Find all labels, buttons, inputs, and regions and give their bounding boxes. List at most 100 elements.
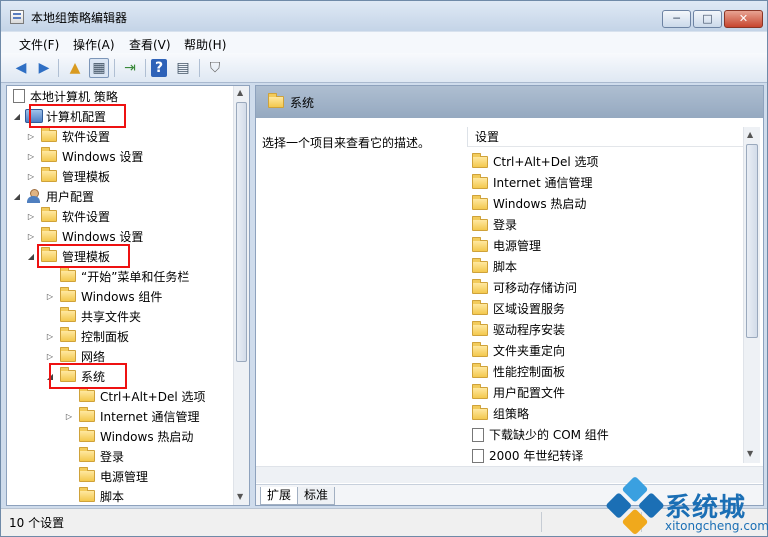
folder-icon — [79, 467, 95, 482]
scroll-down-icon[interactable]: ▼ — [237, 492, 243, 501]
setting-icon — [472, 427, 484, 442]
tree-item[interactable]: Ctrl+Alt+Del 选项 — [63, 386, 205, 406]
list-scroll-thumb[interactable] — [746, 144, 758, 338]
menu-help[interactable]: 帮助(H) — [184, 36, 226, 53]
forward-arrow-icon[interactable]: ▶ — [34, 58, 54, 78]
list-item[interactable]: 2000 年世纪转译 — [470, 445, 583, 466]
list-item[interactable]: 性能控制面板 — [470, 361, 565, 382]
tree-item[interactable]: ▷ 控制面板 — [44, 326, 129, 346]
folder-icon — [60, 367, 76, 382]
toolbar: ◀ ▶ ▲ ▦ ⇥ ? ▤ ⛉ — [1, 53, 767, 83]
close-button[interactable]: ✕ — [724, 10, 763, 28]
menu-view[interactable]: 查看(V) — [129, 36, 171, 53]
tree-item[interactable]: ◢ 系统 — [44, 366, 105, 386]
menu-action[interactable]: 操作(A) — [73, 36, 115, 53]
collapse-icon[interactable]: ◢ — [25, 252, 37, 261]
tab-extended[interactable]: 扩展 — [260, 487, 299, 505]
folder-icon — [268, 93, 284, 108]
collapse-icon[interactable]: ◢ — [11, 192, 23, 201]
folder-icon — [472, 383, 488, 399]
scroll-up-icon[interactable]: ▲ — [237, 88, 243, 97]
help-icon[interactable]: ? — [151, 59, 167, 77]
tree-root[interactable]: 本地计算机 策略 — [11, 86, 118, 106]
folder-icon — [472, 194, 488, 210]
list-item[interactable]: 组策略 — [470, 403, 529, 424]
list-item[interactable]: 登录 — [470, 214, 517, 235]
filter-icon[interactable]: ⛉ — [205, 58, 225, 78]
list-item[interactable]: Windows 热启动 — [470, 193, 586, 214]
tree-item[interactable]: ◢ 用户配置 — [11, 186, 94, 206]
minimize-button[interactable]: ─ — [662, 10, 691, 28]
tree-item[interactable]: ▷ 软件设置 — [25, 126, 110, 146]
tree-item[interactable]: ▷ 管理模板 — [25, 166, 110, 186]
folder-icon — [41, 127, 57, 142]
expand-icon[interactable]: ▷ — [25, 152, 37, 161]
tree-item-label: “开始”菜单和任务栏 — [81, 269, 190, 284]
tree-item-label: Ctrl+Alt+Del 选项 — [100, 389, 206, 404]
export-list-icon[interactable]: ⇥ — [120, 58, 140, 78]
tree-item[interactable]: ▷ Windows 设置 — [25, 146, 143, 166]
tree-scrollbar[interactable]: ▲ ▼ — [233, 86, 249, 505]
tree-scroll-thumb[interactable] — [236, 102, 247, 362]
list-item[interactable]: 驱动程序安装 — [470, 319, 565, 340]
menu-file[interactable]: 文件(F) — [19, 36, 59, 53]
console-tree[interactable]: 本地计算机 策略 ◢ 计算机配置 ▷ 软件设置 ▷ Windows 设置 ▷ 管理模板 ◢ 用户配… — [6, 85, 250, 506]
up-folder-icon[interactable]: ▲ — [65, 58, 85, 78]
folder-icon — [472, 278, 488, 294]
tree-item[interactable]: “开始”菜单和任务栏 — [44, 266, 189, 286]
properties-icon[interactable]: ▤ — [173, 58, 193, 78]
list-item[interactable]: 脚本 — [470, 256, 517, 277]
tree-item[interactable]: ▷ 软件设置 — [25, 206, 110, 226]
expand-icon[interactable]: ▷ — [25, 232, 37, 241]
window-title: 本地组策略编辑器 — [31, 11, 128, 25]
back-arrow-icon[interactable]: ◀ — [11, 58, 31, 78]
list-item-label: 可移动存储访问 — [493, 281, 578, 295]
list-item[interactable]: 区域设置服务 — [470, 298, 565, 319]
list-scrollbar[interactable]: ▲ ▼ — [743, 127, 760, 463]
expand-icon[interactable]: ▷ — [44, 332, 56, 341]
list-item[interactable]: 文件夹重定向 — [470, 340, 565, 361]
list-item-label: 性能控制面板 — [493, 365, 566, 379]
expand-icon[interactable]: ▷ — [44, 352, 56, 361]
list-item[interactable]: Internet 通信管理 — [470, 172, 592, 193]
folder-icon — [60, 267, 76, 282]
tree-item[interactable]: ▷ 网络 — [44, 346, 105, 366]
expand-icon[interactable]: ▷ — [25, 132, 37, 141]
expand-icon[interactable]: ▷ — [25, 172, 37, 181]
tree-item[interactable]: 共享文件夹 — [44, 306, 141, 326]
collapse-icon[interactable]: ◢ — [11, 112, 23, 121]
tree-item[interactable]: 脚本 — [63, 486, 125, 505]
toolbar-separator — [199, 59, 200, 77]
tree-item-label: 用户配置 — [46, 189, 95, 204]
list-item[interactable]: 用户配置文件 — [470, 382, 565, 403]
list-item[interactable]: 下载缺少的 COM 组件 — [470, 424, 609, 445]
folder-icon — [60, 287, 76, 302]
folder-icon — [472, 299, 488, 315]
collapse-icon[interactable]: ◢ — [44, 372, 56, 381]
details-pane: 系统 选择一个项目来查看它的描述。 设置 Ctrl+Alt+Del 选项 Inte… — [255, 85, 764, 506]
expand-icon[interactable]: ▷ — [25, 212, 37, 221]
tree-item[interactable]: ▷ Windows 组件 — [44, 286, 162, 306]
list-item[interactable]: 电源管理 — [470, 235, 541, 256]
tree-item[interactable]: ▷ Windows 设置 — [25, 226, 143, 246]
maximize-button[interactable]: □ — [693, 10, 722, 28]
tab-standard[interactable]: 标准 — [297, 487, 336, 505]
scroll-down-icon[interactable]: ▼ — [747, 449, 753, 458]
expand-icon[interactable]: ▷ — [63, 412, 75, 421]
show-console-tree-icon[interactable]: ▦ — [89, 58, 109, 78]
tree-item-label: 脚本 — [100, 489, 125, 504]
tree-item[interactable]: ▷ Internet 通信管理 — [63, 406, 199, 426]
toolbar-separator — [114, 59, 115, 77]
list-item[interactable]: 可移动存储访问 — [470, 277, 577, 298]
tree-item[interactable]: 登录 — [63, 446, 124, 466]
list-item[interactable]: Ctrl+Alt+Del 选项 — [470, 151, 598, 172]
list-item-label: 下载缺少的 COM 组件 — [489, 428, 609, 442]
tree-item[interactable]: ◢ 计算机配置 — [11, 106, 106, 126]
expand-icon[interactable]: ▷ — [44, 292, 56, 301]
scroll-up-icon[interactable]: ▲ — [747, 130, 753, 139]
folder-icon — [472, 404, 488, 420]
tree-item[interactable]: ◢ 管理模板 — [25, 246, 110, 266]
tree-item[interactable]: 电源管理 — [63, 466, 148, 486]
tree-item[interactable]: Windows 热启动 — [63, 426, 193, 446]
column-header-setting[interactable]: 设置 — [467, 127, 743, 147]
